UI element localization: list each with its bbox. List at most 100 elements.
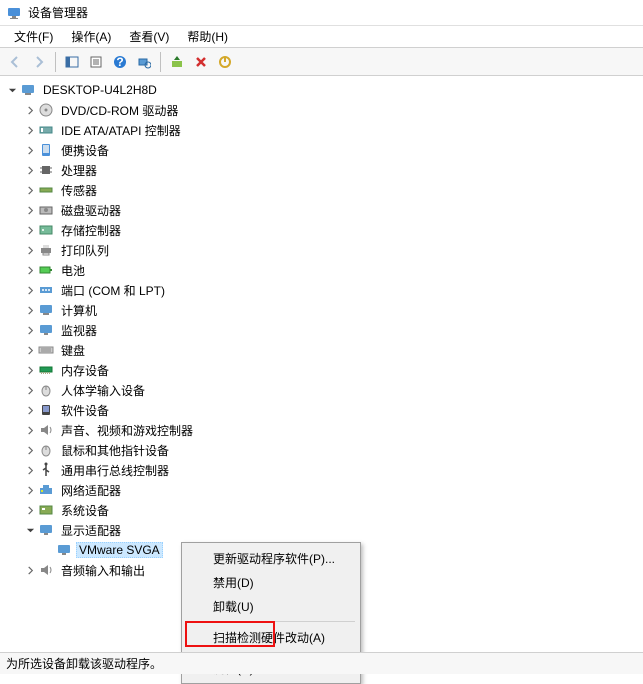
- printer-icon: [38, 242, 54, 258]
- tree-category[interactable]: DVD/CD-ROM 驱动器: [0, 100, 643, 120]
- tree-category[interactable]: 处理器: [0, 160, 643, 180]
- tree-category[interactable]: 磁盘驱动器: [0, 200, 643, 220]
- tree-expander[interactable]: [22, 102, 38, 118]
- tree-expander[interactable]: [22, 262, 38, 278]
- tree-category[interactable]: 显示适配器: [0, 520, 643, 540]
- ctx-separator: [187, 621, 355, 622]
- keyboard-icon: [38, 342, 54, 358]
- menu-help[interactable]: 帮助(H): [179, 26, 236, 47]
- tree-expander[interactable]: [22, 162, 38, 178]
- tree-category[interactable]: 键盘: [0, 340, 643, 360]
- update-driver-button[interactable]: [166, 51, 188, 73]
- display-icon: [38, 522, 54, 538]
- tree-category[interactable]: 通用串行总线控制器: [0, 460, 643, 480]
- tree-expander[interactable]: [22, 202, 38, 218]
- tree-root[interactable]: DESKTOP-U4L2H8D: [0, 80, 643, 100]
- menu-view[interactable]: 查看(V): [121, 26, 177, 47]
- tree-category-label: 鼠标和其他指针设备: [58, 441, 172, 460]
- toolbar-separator: [55, 52, 56, 72]
- toolbar: ?: [0, 48, 643, 76]
- status-text: 为所选设备卸载该驱动程序。: [6, 655, 162, 672]
- tree-category-label: 磁盘驱动器: [58, 201, 124, 220]
- forward-button[interactable]: [28, 51, 50, 73]
- software-icon: [38, 402, 54, 418]
- monitor-icon: [38, 322, 54, 338]
- tree-expander[interactable]: [22, 522, 38, 538]
- statusbar: 为所选设备卸载该驱动程序。: [0, 652, 643, 674]
- computer-icon: [38, 302, 54, 318]
- tree-category[interactable]: IDE ATA/ATAPI 控制器: [0, 120, 643, 140]
- mouse-icon: [38, 442, 54, 458]
- cpu-icon: [38, 162, 54, 178]
- tree-expander[interactable]: [22, 402, 38, 418]
- tree-category[interactable]: 便携设备: [0, 140, 643, 160]
- tree-category-label: 计算机: [58, 301, 100, 320]
- tree-expander[interactable]: [22, 382, 38, 398]
- tree-expander[interactable]: [22, 282, 38, 298]
- tree-expander[interactable]: [22, 122, 38, 138]
- tree-category[interactable]: 监视器: [0, 320, 643, 340]
- ctx-disable[interactable]: 禁用(D): [185, 570, 357, 594]
- tree-expander[interactable]: [22, 142, 38, 158]
- show-hide-console-button[interactable]: [61, 51, 83, 73]
- tree-expander[interactable]: [22, 222, 38, 238]
- tree-expander[interactable]: [22, 242, 38, 258]
- tree-expander[interactable]: [22, 362, 38, 378]
- menu-action[interactable]: 操作(A): [63, 26, 119, 47]
- tree-category-label: 声音、视频和游戏控制器: [58, 421, 196, 440]
- tree-expander[interactable]: [22, 462, 38, 478]
- ctx-update-driver[interactable]: 更新驱动程序软件(P)...: [185, 546, 357, 570]
- help-button[interactable]: ?: [109, 51, 131, 73]
- properties-button[interactable]: [85, 51, 107, 73]
- tree-category[interactable]: 存储控制器: [0, 220, 643, 240]
- system-icon: [38, 502, 54, 518]
- display-device-icon: [56, 542, 72, 558]
- app-icon: [6, 5, 22, 21]
- window-title: 设备管理器: [28, 4, 88, 21]
- uninstall-button[interactable]: [190, 51, 212, 73]
- tree-category[interactable]: 端口 (COM 和 LPT): [0, 280, 643, 300]
- tree-category[interactable]: 鼠标和其他指针设备: [0, 440, 643, 460]
- tree-category-label: DVD/CD-ROM 驱动器: [58, 101, 181, 120]
- tree-expander[interactable]: [4, 82, 20, 98]
- tree-category[interactable]: 电池: [0, 260, 643, 280]
- disable-button[interactable]: [214, 51, 236, 73]
- svg-text:?: ?: [116, 55, 123, 69]
- tree-category[interactable]: 声音、视频和游戏控制器: [0, 420, 643, 440]
- portable-icon: [38, 142, 54, 158]
- tree-category[interactable]: 传感器: [0, 180, 643, 200]
- tree-category-label: 系统设备: [58, 501, 112, 520]
- toolbar-separator: [160, 52, 161, 72]
- tree-category-label: 键盘: [58, 341, 88, 360]
- tree-category[interactable]: 人体学输入设备: [0, 380, 643, 400]
- sensor-icon: [38, 182, 54, 198]
- tree-category[interactable]: 网络适配器: [0, 480, 643, 500]
- ctx-uninstall[interactable]: 卸载(U): [185, 594, 357, 618]
- tree-category-label: 显示适配器: [58, 521, 124, 540]
- ctx-scan-hardware[interactable]: 扫描检测硬件改动(A): [185, 625, 357, 649]
- tree-category[interactable]: 打印队列: [0, 240, 643, 260]
- tree-expander[interactable]: [22, 482, 38, 498]
- tree-expander[interactable]: [22, 182, 38, 198]
- hid-icon: [38, 382, 54, 398]
- tree-expander[interactable]: [22, 302, 38, 318]
- tree-expander[interactable]: [22, 442, 38, 458]
- menu-file[interactable]: 文件(F): [6, 26, 61, 47]
- tree-category[interactable]: 系统设备: [0, 500, 643, 520]
- port-icon: [38, 282, 54, 298]
- tree-expander[interactable]: [22, 422, 38, 438]
- tree-category[interactable]: 软件设备: [0, 400, 643, 420]
- back-button[interactable]: [4, 51, 26, 73]
- tree-expander[interactable]: [22, 562, 38, 578]
- tree-category[interactable]: 内存设备: [0, 360, 643, 380]
- tree-expander[interactable]: [22, 502, 38, 518]
- menubar: 文件(F) 操作(A) 查看(V) 帮助(H): [0, 26, 643, 48]
- tree-expander[interactable]: [22, 322, 38, 338]
- tree-category-label: 监视器: [58, 321, 100, 340]
- tree-category-label: 网络适配器: [58, 481, 124, 500]
- scan-hardware-button[interactable]: [133, 51, 155, 73]
- tree-category[interactable]: 计算机: [0, 300, 643, 320]
- tree-expander[interactable]: [22, 342, 38, 358]
- tree-category-label: IDE ATA/ATAPI 控制器: [58, 121, 184, 140]
- tree-category-label: 内存设备: [58, 361, 112, 380]
